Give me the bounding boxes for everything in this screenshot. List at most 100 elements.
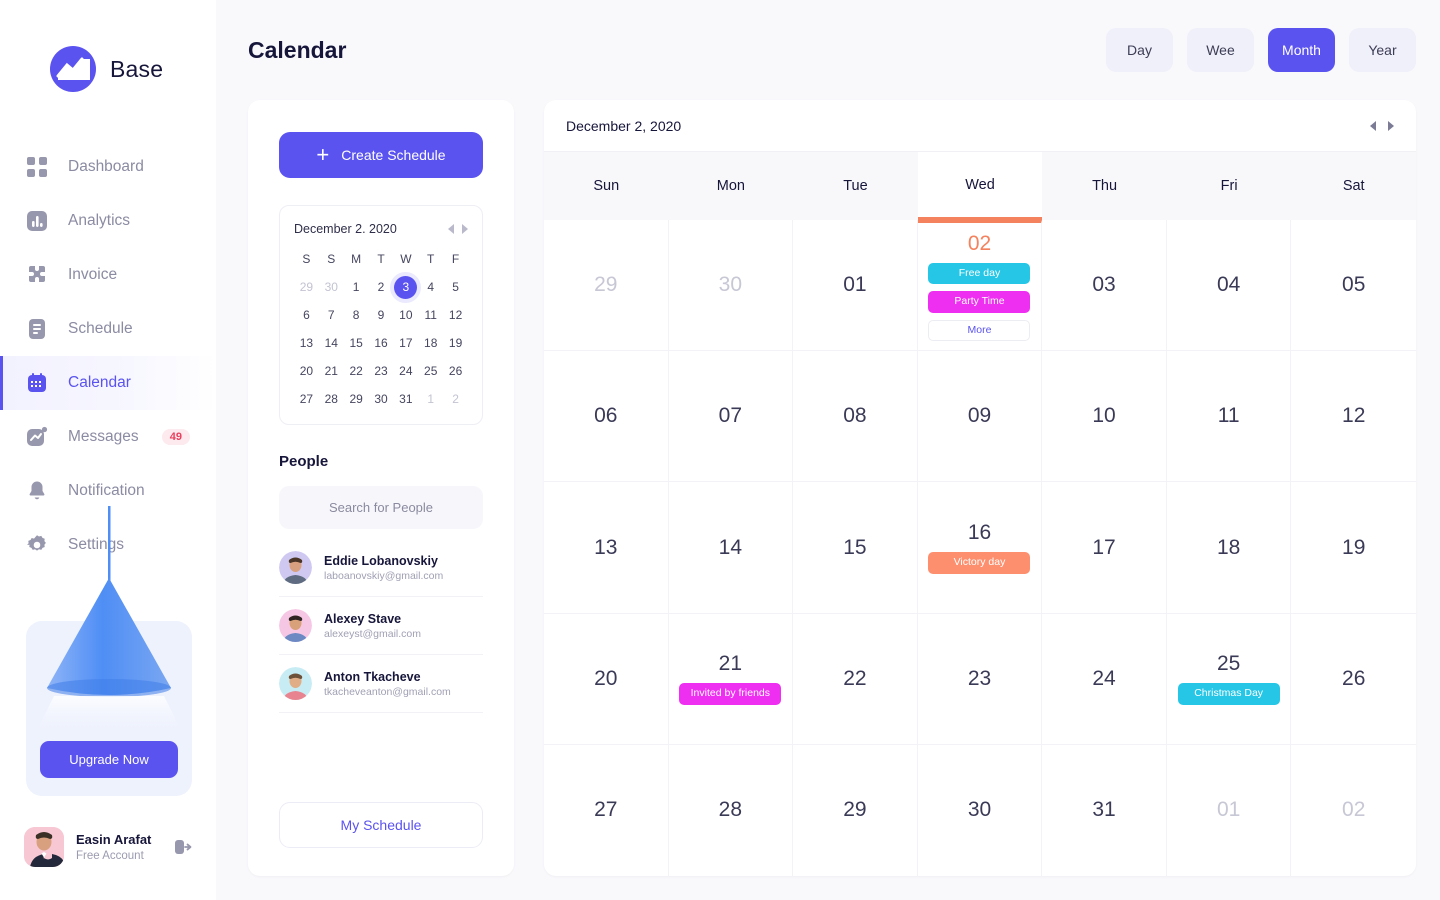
my-schedule-button[interactable]: My Schedule <box>279 802 483 848</box>
sidebar-item-schedule[interactable]: Schedule <box>0 302 216 356</box>
calendar-day-cell[interactable]: 02 <box>1291 745 1416 876</box>
calendar-day-cell[interactable]: 25 Christmas Day <box>1166 613 1292 745</box>
mini-calendar-day[interactable]: 29 <box>294 276 319 298</box>
person-list-item[interactable]: Anton Tkacheve tkacheveanton@gmail.com <box>279 655 483 713</box>
calendar-day-cell[interactable]: 13 <box>544 482 669 614</box>
mini-calendar-day[interactable]: 15 <box>344 332 369 354</box>
create-schedule-button[interactable]: + Create Schedule <box>279 132 483 178</box>
mini-calendar-day[interactable]: 28 <box>319 388 344 410</box>
calendar-day-cell[interactable]: 03 <box>1042 220 1167 352</box>
calendar-day-cell[interactable]: 18 <box>1166 482 1292 614</box>
calendar-day-cell[interactable]: 20 <box>544 613 669 745</box>
calendar-day-cell[interactable]: 29 <box>793 744 918 876</box>
triangle-left-icon[interactable] <box>1370 120 1376 131</box>
mini-calendar-day[interactable]: 5 <box>443 276 468 298</box>
mini-calendar-day[interactable]: 1 <box>344 276 369 298</box>
logout-icon[interactable] <box>173 837 193 857</box>
calendar-day-cell[interactable]: 17 <box>1042 482 1167 614</box>
mini-calendar-day[interactable]: 24 <box>393 360 418 382</box>
mini-calendar-day[interactable]: 2 <box>443 388 468 410</box>
calendar-day-cell[interactable]: 30 <box>668 220 794 352</box>
event-badge[interactable]: Victory day <box>928 552 1031 574</box>
calendar-day-cell[interactable]: 24 <box>1042 613 1167 745</box>
mini-calendar-day[interactable]: 16 <box>369 332 394 354</box>
mini-calendar-day[interactable]: 31 <box>393 388 418 410</box>
calendar-day-cell[interactable]: 30 <box>918 744 1043 876</box>
calendar-day-cell[interactable]: 19 <box>1291 482 1416 614</box>
mini-calendar-day[interactable]: 14 <box>319 332 344 354</box>
mini-calendar-day[interactable]: 25 <box>418 360 443 382</box>
user-profile[interactable]: Easin Arafat Free Account <box>0 796 216 900</box>
calendar-day-cell[interactable]: 07 <box>668 351 794 483</box>
mini-calendar-day[interactable]: 21 <box>319 360 344 382</box>
mini-calendar-day[interactable]: 13 <box>294 332 319 354</box>
calendar-day-cell[interactable]: 01 <box>793 220 918 352</box>
mini-calendar-day[interactable]: 27 <box>294 388 319 410</box>
calendar-day-cell[interactable]: 15 <box>793 482 918 614</box>
triangle-left-icon[interactable] <box>448 224 454 234</box>
calendar-day-cell[interactable]: 04 <box>1166 220 1292 352</box>
calendar-day-cell[interactable]: 16 Victory day <box>917 482 1043 614</box>
mini-calendar-day[interactable]: 30 <box>369 388 394 410</box>
event-badge[interactable]: Party Time <box>928 291 1031 313</box>
calendar-day-cell[interactable]: 06 <box>544 351 669 483</box>
calendar-day-cell[interactable]: 28 <box>669 744 794 876</box>
calendar-day-cell[interactable]: 05 <box>1291 220 1416 352</box>
view-button-year[interactable]: Year <box>1349 28 1416 72</box>
upgrade-now-button[interactable]: Upgrade Now <box>40 741 178 778</box>
calendar-day-cell[interactable]: 14 <box>668 482 794 614</box>
mini-calendar-day[interactable]: 2 <box>369 276 394 298</box>
calendar-day-cell[interactable]: 08 <box>793 351 918 483</box>
mini-calendar-day[interactable]: 22 <box>344 360 369 382</box>
mini-calendar-day[interactable]: 29 <box>344 388 369 410</box>
calendar-day-cell[interactable]: 31 <box>1042 744 1167 876</box>
sidebar-item-invoice[interactable]: Invoice <box>0 248 216 302</box>
mini-calendar-day[interactable]: 9 <box>369 304 394 326</box>
triangle-right-icon[interactable] <box>1388 120 1394 131</box>
event-badge[interactable]: Invited by friends <box>679 683 782 705</box>
triangle-right-icon[interactable] <box>462 224 468 234</box>
mini-calendar-day[interactable]: 8 <box>344 304 369 326</box>
view-button-week[interactable]: Wee <box>1187 28 1254 72</box>
sidebar-item-analytics[interactable]: Analytics <box>0 194 216 248</box>
sidebar-item-messages[interactable]: Messages 49 <box>0 410 216 464</box>
calendar-day-cell[interactable]: 09 <box>917 351 1043 483</box>
calendar-day-cell[interactable]: 22 <box>793 613 918 745</box>
view-button-day[interactable]: Day <box>1106 28 1173 72</box>
sidebar-item-dashboard[interactable]: Dashboard <box>0 140 216 194</box>
calendar-day-cell[interactable]: 12 <box>1291 351 1416 483</box>
mini-calendar-day[interactable]: 20 <box>294 360 319 382</box>
mini-calendar-day[interactable]: 12 <box>443 304 468 326</box>
person-list-item[interactable]: Eddie Lobanovskiy laboanovskiy@gmail.com <box>279 539 483 597</box>
mini-calendar-day[interactable]: 4 <box>418 276 443 298</box>
search-people-input[interactable] <box>279 486 483 529</box>
person-list-item[interactable]: Alexey Stave alexeyst@gmail.com <box>279 597 483 655</box>
person-email: alexeyst@gmail.com <box>324 627 422 640</box>
mini-calendar-day[interactable]: 30 <box>319 276 344 298</box>
sidebar-item-calendar[interactable]: Calendar <box>0 356 216 410</box>
mini-calendar-day[interactable]: 23 <box>369 360 394 382</box>
view-button-month[interactable]: Month <box>1268 28 1335 72</box>
event-badge[interactable]: Christmas Day <box>1177 683 1280 705</box>
more-events-button[interactable]: More <box>928 319 1031 342</box>
calendar-day-cell[interactable]: 27 <box>544 744 669 876</box>
event-badge[interactable]: Free day <box>928 262 1031 285</box>
mini-calendar-day[interactable]: 6 <box>294 304 319 326</box>
calendar-day-cell[interactable]: 01 <box>1167 744 1292 876</box>
mini-calendar-day[interactable]: 1 <box>418 388 443 410</box>
calendar-day-cell[interactable]: 11 <box>1166 351 1292 483</box>
calendar-day-cell[interactable]: 23 <box>917 613 1043 745</box>
mini-calendar-day[interactable]: 26 <box>443 360 468 382</box>
mini-calendar-day[interactable]: 17 <box>393 332 418 354</box>
calendar-day-cell[interactable]: 26 <box>1291 614 1416 745</box>
mini-calendar-day[interactable]: 7 <box>319 304 344 326</box>
calendar-day-cell[interactable]: 02 Free day Party Time More <box>917 220 1043 352</box>
calendar-day-cell[interactable]: 21 Invited by friends <box>668 613 794 745</box>
calendar-day-cell[interactable]: 10 <box>1042 351 1167 483</box>
mini-calendar-day[interactable]: 3 <box>393 276 418 299</box>
mini-calendar-day[interactable]: 11 <box>418 304 443 326</box>
mini-calendar-day[interactable]: 10 <box>393 304 418 326</box>
mini-calendar-day[interactable]: 19 <box>443 332 468 354</box>
calendar-day-cell[interactable]: 29 <box>544 220 669 352</box>
mini-calendar-day[interactable]: 18 <box>418 332 443 354</box>
